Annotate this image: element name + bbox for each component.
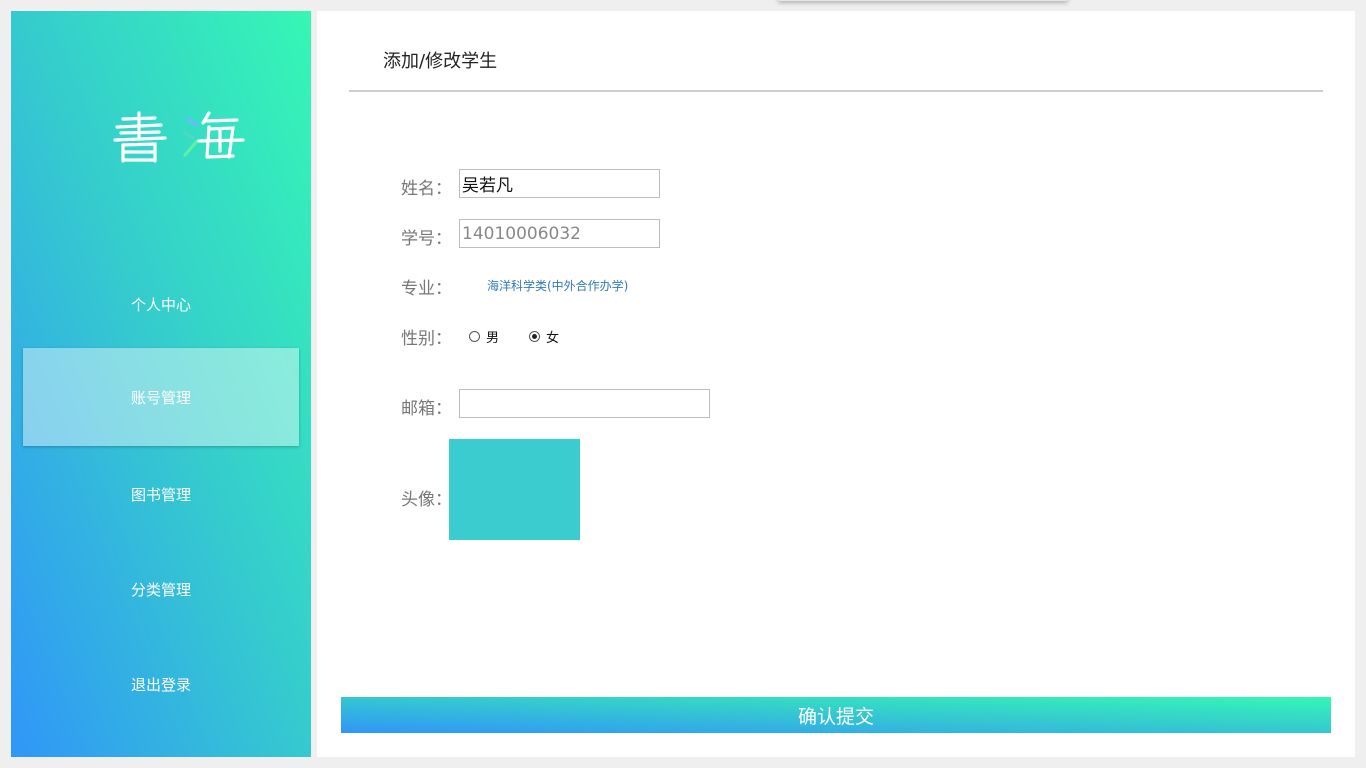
- submit-button[interactable]: 确认提交: [341, 697, 1331, 733]
- avatar-upload[interactable]: [449, 439, 580, 540]
- sidebar-item-category-management[interactable]: 分类管理: [23, 540, 299, 638]
- sidebar-item-personal-center[interactable]: 个人中心: [23, 255, 299, 353]
- sidebar-item-label: 分类管理: [130, 580, 191, 599]
- sidebar-item-label: 图书管理: [130, 485, 191, 504]
- name-field[interactable]: [459, 169, 660, 198]
- main-panel: 添加/修改学生 姓名： 学号： 专业： 海洋科学类(中外合作办学) 性别： 男 …: [317, 11, 1355, 757]
- app-logo: [113, 111, 245, 163]
- sidebar-item-label: 退出登录: [130, 675, 191, 694]
- gender-radio-male[interactable]: 男: [469, 327, 499, 346]
- gender-label: 性别：: [401, 329, 452, 349]
- radio-unchecked-icon: [469, 331, 480, 342]
- top-window-tab: [778, 0, 1068, 1]
- title-divider: [349, 90, 1323, 92]
- sidebar-item-label: 个人中心: [130, 295, 191, 314]
- major-value[interactable]: 海洋科学类(中外合作办学): [487, 277, 628, 294]
- gender-option-label: 女: [546, 331, 560, 346]
- sidebar-item-label: 账号管理: [130, 388, 191, 407]
- email-field[interactable]: [459, 389, 710, 418]
- sidebar: 个人中心 账号管理 图书管理 分类管理 退出登录: [11, 11, 311, 757]
- sidebar-item-logout[interactable]: 退出登录: [23, 635, 299, 733]
- name-label: 姓名：: [401, 179, 452, 199]
- student-id-field[interactable]: [459, 219, 660, 248]
- gender-radio-female[interactable]: 女: [529, 327, 559, 346]
- gender-option-label: 男: [486, 331, 500, 346]
- radio-checked-icon: [529, 331, 540, 342]
- major-label: 专业：: [401, 279, 452, 299]
- sidebar-item-book-management[interactable]: 图书管理: [23, 445, 299, 543]
- email-label: 邮箱：: [401, 399, 452, 419]
- sidebar-item-account-management[interactable]: 账号管理: [23, 348, 299, 446]
- avatar-label: 头像：: [401, 490, 452, 510]
- page-title: 添加/修改学生: [383, 51, 498, 72]
- student-id-label: 学号：: [401, 229, 452, 249]
